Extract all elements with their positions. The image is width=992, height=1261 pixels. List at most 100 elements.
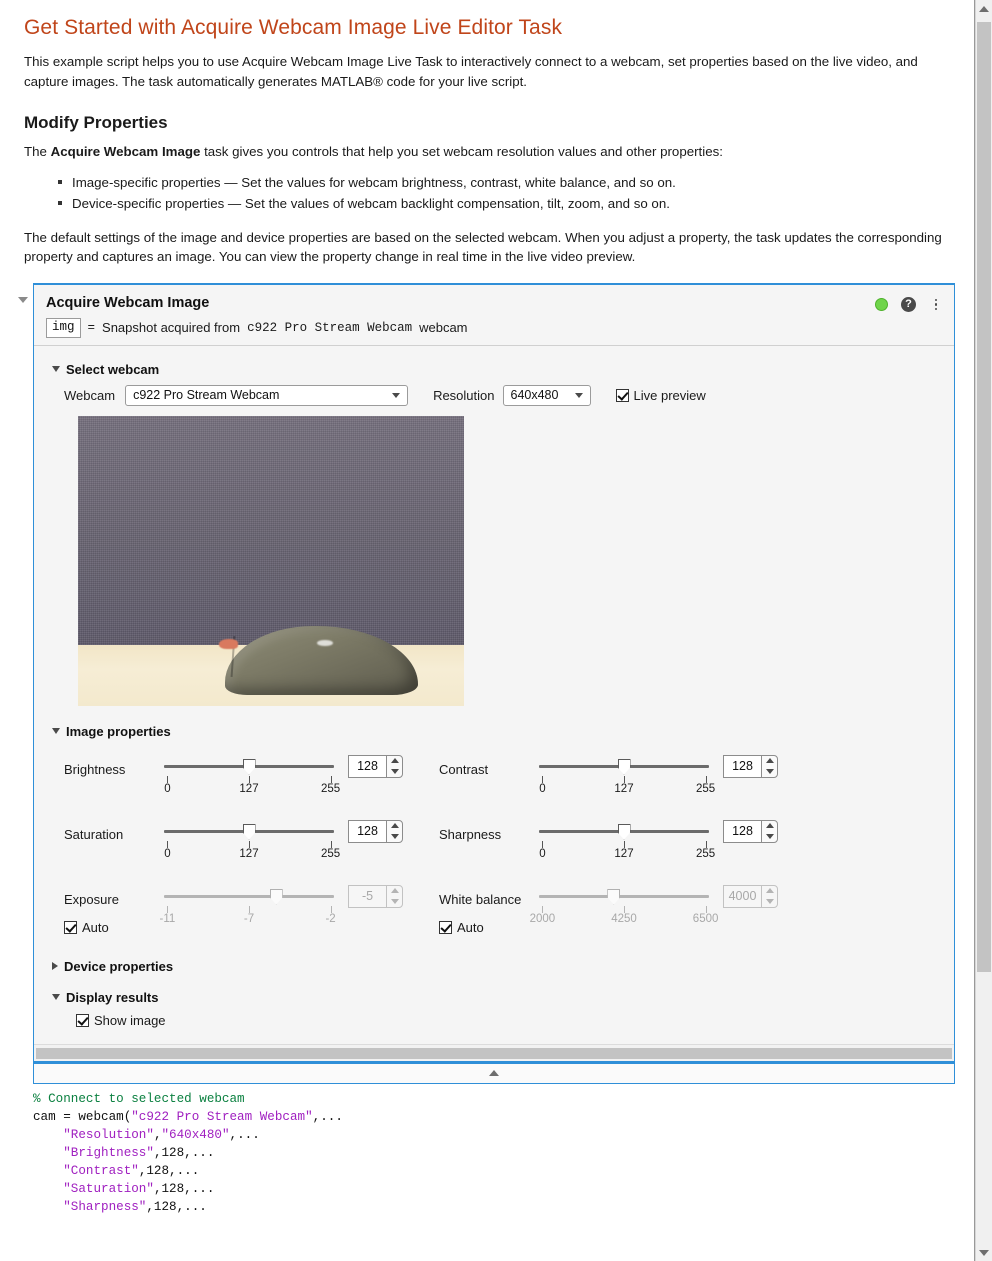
chevron-down-icon bbox=[52, 366, 60, 372]
scrollbar-thumb[interactable] bbox=[36, 1048, 952, 1059]
slider-tick-label: 0 bbox=[539, 783, 545, 795]
spinner-value-field[interactable]: 128 bbox=[348, 820, 386, 843]
auto-checkbox[interactable]: Auto bbox=[64, 920, 164, 935]
auto-checkbox[interactable]: Auto bbox=[439, 920, 539, 935]
slider-thumb[interactable] bbox=[270, 889, 283, 905]
closing-paragraph: The default settings of the image and de… bbox=[24, 228, 944, 267]
property-value-spinner[interactable]: 128 bbox=[723, 820, 778, 843]
property-label: Saturation bbox=[64, 818, 164, 842]
property-label: Brightness bbox=[64, 753, 164, 777]
spinner-decrement-button[interactable] bbox=[387, 896, 402, 907]
slider-track[interactable] bbox=[539, 756, 709, 776]
live-preview-label: Live preview bbox=[634, 388, 706, 403]
spinner-decrement-button[interactable] bbox=[387, 831, 402, 842]
auto-label: Auto bbox=[82, 920, 109, 935]
slider-tick bbox=[542, 841, 543, 848]
resolution-select[interactable]: 640x480 bbox=[503, 385, 591, 406]
checkbox-box-icon bbox=[76, 1014, 89, 1027]
checkbox-box-icon bbox=[616, 389, 629, 402]
slider-thumb[interactable] bbox=[243, 759, 256, 775]
spinner-decrement-button[interactable] bbox=[762, 896, 777, 907]
property-value-spinner[interactable]: 128 bbox=[348, 820, 403, 843]
live-preview-checkbox[interactable]: Live preview bbox=[616, 388, 706, 403]
group-header-image-properties[interactable]: Image properties bbox=[52, 724, 942, 739]
spinner-buttons[interactable] bbox=[761, 755, 778, 778]
spinner-buttons[interactable] bbox=[761, 820, 778, 843]
slider-track[interactable] bbox=[164, 821, 334, 841]
chevron-up-icon bbox=[489, 1070, 499, 1076]
webcam-selection-row: Webcam c922 Pro Stream Webcam Resolution… bbox=[64, 385, 942, 406]
group-header-select-webcam[interactable]: Select webcam bbox=[52, 362, 942, 377]
slider-thumb[interactable] bbox=[618, 759, 631, 775]
slider-tick-label: 0 bbox=[164, 783, 170, 795]
spinner-value-field[interactable]: -5 bbox=[348, 885, 386, 908]
chevron-up-icon bbox=[766, 888, 774, 893]
property-value-spinner[interactable]: 4000 bbox=[723, 885, 778, 908]
image-properties-grid: Brightness0127255128Contrast0127255128Sa… bbox=[64, 753, 942, 935]
spinner-increment-button[interactable] bbox=[387, 886, 402, 897]
code-line: "Resolution","640x480",... bbox=[33, 1126, 955, 1144]
equals-sign: = bbox=[88, 321, 96, 335]
slider-track[interactable] bbox=[164, 886, 334, 906]
spinner-buttons[interactable] bbox=[386, 820, 403, 843]
slider-thumb[interactable] bbox=[607, 889, 620, 905]
slider-thumb[interactable] bbox=[243, 824, 256, 840]
chevron-up-icon bbox=[391, 888, 399, 893]
help-icon[interactable]: ? bbox=[901, 297, 916, 312]
spinner-value-field[interactable]: 128 bbox=[723, 755, 761, 778]
spinner-increment-button[interactable] bbox=[762, 821, 777, 832]
spinner-buttons[interactable] bbox=[761, 885, 778, 908]
property-slider[interactable]: -11-7-2 bbox=[164, 883, 334, 927]
property-slider[interactable]: 0127255 bbox=[539, 818, 709, 862]
property-slider[interactable]: 200042506500 bbox=[539, 883, 709, 927]
task-panel-horizontal-scrollbar[interactable] bbox=[34, 1044, 954, 1061]
slider-track[interactable] bbox=[164, 756, 334, 776]
spinner-value-field[interactable]: 128 bbox=[723, 820, 761, 843]
slider-ticks bbox=[164, 841, 334, 848]
webcam-select-value: c922 Pro Stream Webcam bbox=[133, 388, 279, 402]
status-indicator-icon bbox=[875, 298, 888, 311]
slider-tick-label: 127 bbox=[239, 783, 258, 795]
spinner-buttons[interactable] bbox=[386, 885, 403, 908]
show-image-checkbox[interactable]: Show image bbox=[76, 1013, 942, 1028]
slider-thumb[interactable] bbox=[618, 824, 631, 840]
slider-track[interactable] bbox=[539, 886, 709, 906]
spinner-increment-button[interactable] bbox=[762, 756, 777, 767]
page-vertical-scrollbar[interactable] bbox=[975, 0, 992, 1261]
more-options-kebab-icon[interactable] bbox=[929, 297, 943, 313]
property-slider[interactable]: 0127255 bbox=[164, 818, 334, 862]
chevron-up-icon bbox=[766, 758, 774, 763]
chevron-up-icon bbox=[979, 6, 989, 12]
property-value-spinner[interactable]: 128 bbox=[723, 755, 778, 778]
scrollbar-thumb[interactable] bbox=[977, 22, 991, 972]
slider-rail bbox=[539, 895, 709, 898]
spinner-increment-button[interactable] bbox=[387, 821, 402, 832]
slider-tick-label: 127 bbox=[614, 848, 633, 860]
spinner-decrement-button[interactable] bbox=[762, 766, 777, 777]
property-slider[interactable]: 0127255 bbox=[539, 753, 709, 797]
spinner-buttons[interactable] bbox=[386, 755, 403, 778]
scroll-up-arrow[interactable] bbox=[976, 0, 992, 17]
slider-track[interactable] bbox=[539, 821, 709, 841]
section-heading-modify-properties: Modify Properties bbox=[24, 113, 950, 133]
property-value-spinner[interactable]: -5 bbox=[348, 885, 403, 908]
spinner-decrement-button[interactable] bbox=[387, 766, 402, 777]
spinner-value-field[interactable]: 128 bbox=[348, 755, 386, 778]
chevron-up-icon bbox=[391, 758, 399, 763]
group-header-device-properties[interactable]: Device properties bbox=[52, 959, 942, 974]
spinner-increment-button[interactable] bbox=[387, 756, 402, 767]
scroll-down-arrow[interactable] bbox=[976, 1244, 992, 1261]
spinner-decrement-button[interactable] bbox=[762, 831, 777, 842]
group-header-display-results[interactable]: Display results bbox=[52, 990, 942, 1005]
spinner-value-field[interactable]: 4000 bbox=[723, 885, 761, 908]
task-collapse-strip[interactable] bbox=[33, 1062, 955, 1084]
output-variable-field[interactable]: img bbox=[46, 318, 81, 338]
group-label: Select webcam bbox=[66, 362, 159, 377]
code-line: "Brightness",128,... bbox=[33, 1144, 955, 1162]
spinner-increment-button[interactable] bbox=[762, 886, 777, 897]
property-label-stack: ExposureAuto bbox=[64, 883, 164, 935]
property-value-spinner[interactable]: 128 bbox=[348, 755, 403, 778]
webcam-select[interactable]: c922 Pro Stream Webcam bbox=[125, 385, 408, 406]
property-slider[interactable]: 0127255 bbox=[164, 753, 334, 797]
task-collapse-caret-icon[interactable] bbox=[18, 297, 28, 303]
